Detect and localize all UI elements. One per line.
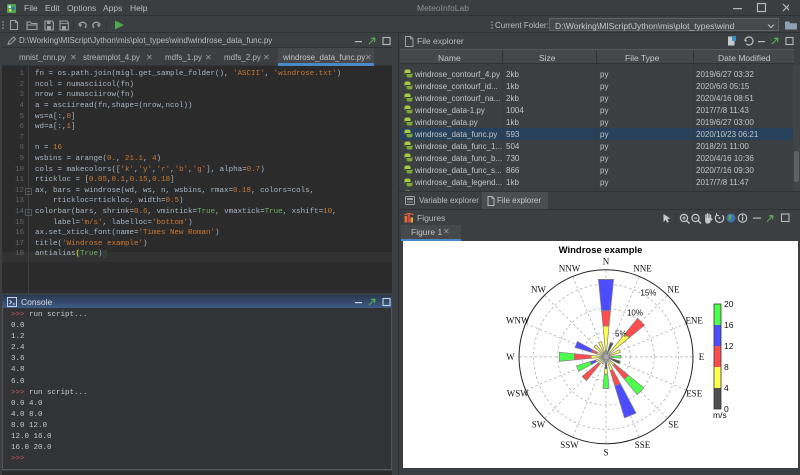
svg-text:SSW: SSW — [560, 440, 579, 450]
svg-text:SW: SW — [532, 419, 546, 429]
svg-text:15%: 15% — [640, 288, 656, 297]
svg-text:E: E — [699, 352, 705, 362]
svg-text:SE: SE — [668, 419, 679, 429]
svg-text:SSE: SSE — [635, 440, 651, 450]
svg-text:NNE: NNE — [633, 264, 652, 274]
svg-text:4: 4 — [724, 383, 729, 393]
svg-text:S: S — [603, 447, 608, 457]
svg-text:W: W — [506, 352, 515, 362]
svg-text:NNW: NNW — [559, 264, 581, 274]
svg-text:WSW: WSW — [507, 388, 530, 398]
svg-text:NE: NE — [668, 284, 680, 294]
svg-text:10%: 10% — [627, 308, 643, 317]
svg-text:ENE: ENE — [685, 315, 703, 325]
svg-text:ESE: ESE — [686, 388, 703, 398]
svg-text:N: N — [603, 256, 610, 266]
svg-text:16: 16 — [724, 320, 734, 330]
svg-text:NW: NW — [531, 284, 546, 294]
svg-text:5%: 5% — [615, 330, 627, 339]
svg-text:12: 12 — [724, 341, 734, 351]
svg-text:m/s: m/s — [713, 410, 727, 420]
svg-text:8: 8 — [724, 362, 729, 372]
svg-text:20: 20 — [724, 299, 734, 309]
svg-text:WNW: WNW — [506, 315, 530, 325]
